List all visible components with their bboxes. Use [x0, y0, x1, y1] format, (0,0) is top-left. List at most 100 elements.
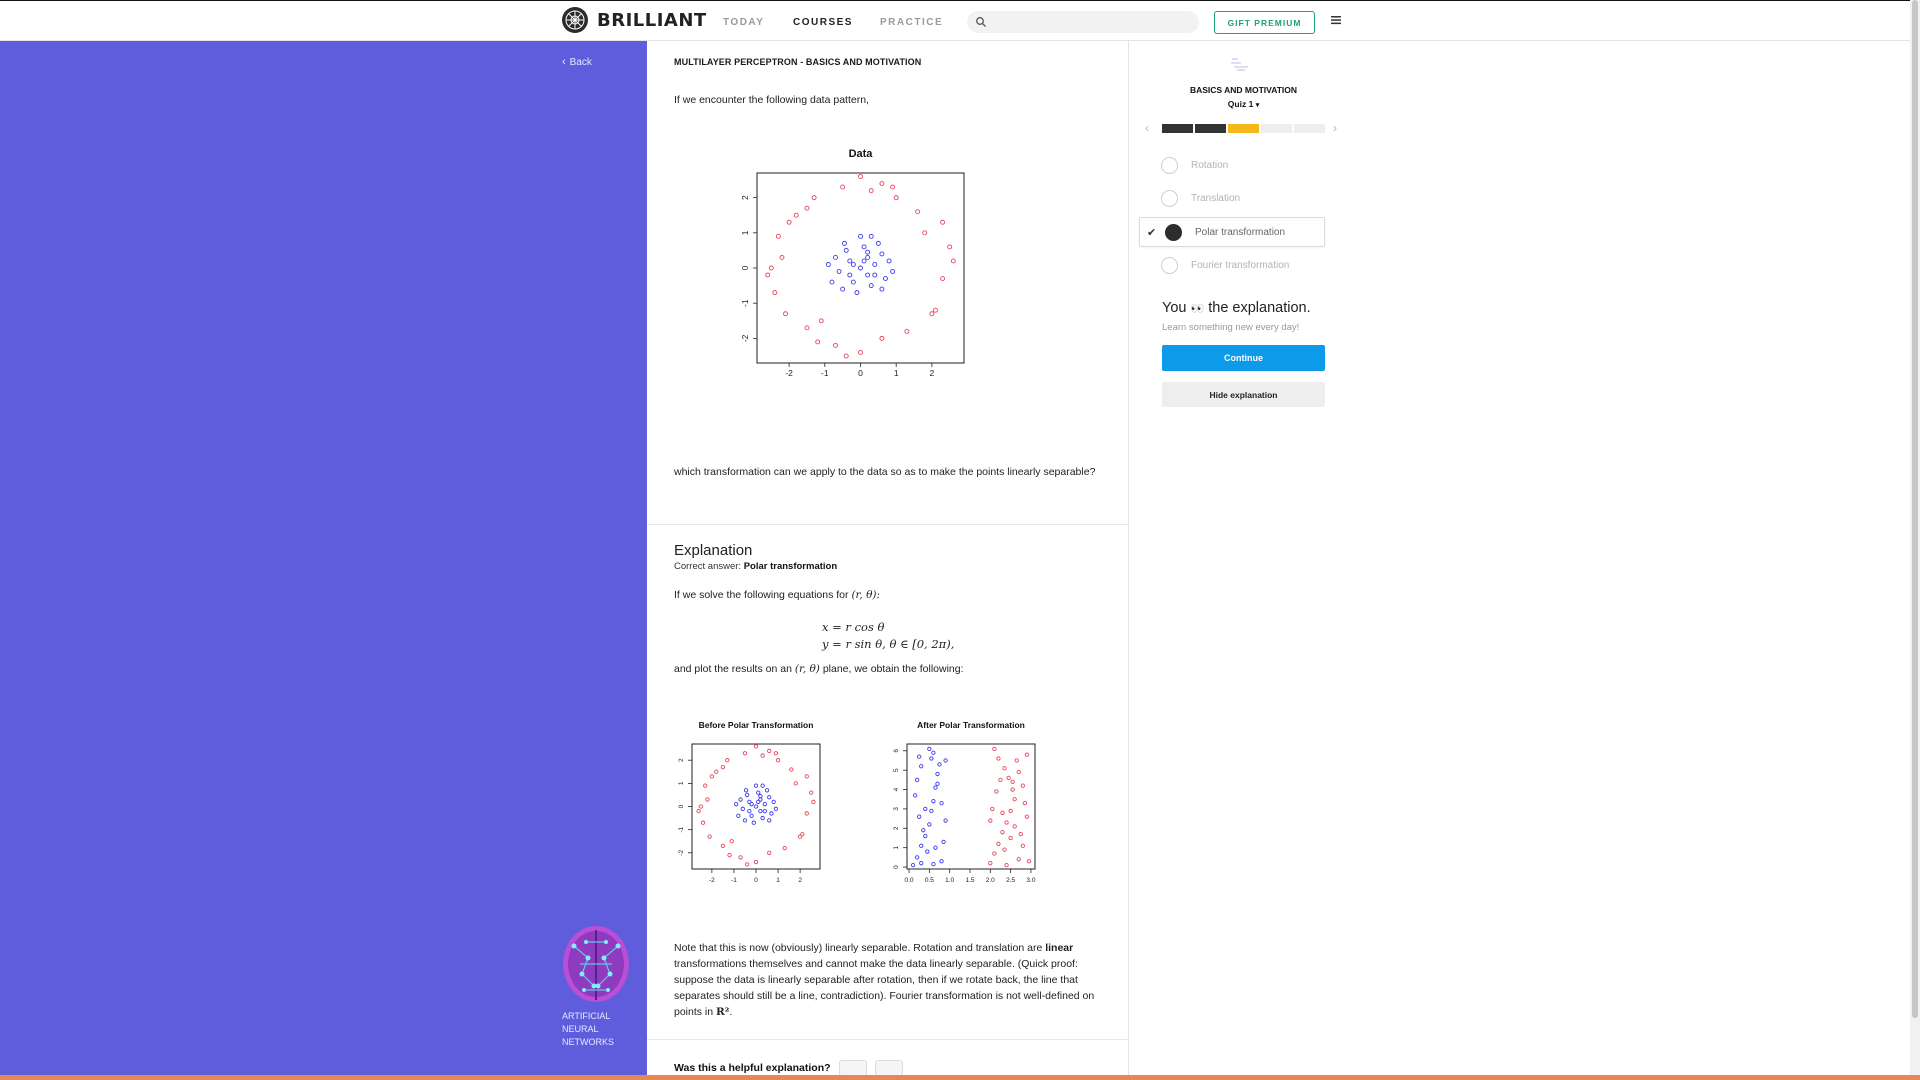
- result-title: You 👀 the explanation.: [1162, 300, 1311, 316]
- x-tick-label: -1: [731, 877, 737, 884]
- section-divider: [647, 1039, 1128, 1040]
- plot-frame: [691, 743, 821, 870]
- x-tick-label: 3.0: [1026, 877, 1035, 884]
- chart-title: Data: [849, 148, 874, 160]
- quiz-selector[interactable]: Quiz 1 ▾: [1130, 99, 1357, 109]
- problem-breadcrumb: MULTILAYER PERCEPTRON - BASICS AND MOTIV…: [674, 57, 922, 67]
- radio-button: [1161, 156, 1178, 174]
- x-tick-label: 1.5: [965, 877, 974, 884]
- brilliant-logo-icon: [562, 7, 588, 33]
- quiz-topic: BASICS AND MOTIVATION: [1189, 85, 1298, 95]
- solve-text-label: If we solve the following equations for: [674, 589, 849, 601]
- y-tick-label: 1: [740, 230, 750, 235]
- search-icon: [976, 17, 986, 27]
- y-tick-label: 0: [740, 265, 750, 270]
- problem-question: which transformation can we apply to the…: [674, 466, 1096, 478]
- progress-segment: [1195, 124, 1226, 133]
- correct-answer: Correct answer: Polar transformation: [674, 561, 837, 572]
- x-tick-label: -2: [709, 877, 715, 884]
- progress-segment: [1162, 124, 1193, 133]
- result-title-a: You: [1162, 300, 1187, 316]
- section-divider: [647, 524, 1128, 525]
- x-tick-label: 0: [858, 368, 863, 378]
- plot-text-a: and plot the results on an: [674, 663, 792, 675]
- answer-option-polar-transformation[interactable]: ✔ Polar transformation: [1139, 217, 1325, 247]
- note-text-a: Note that this is now (obviously) linear…: [674, 942, 1046, 954]
- solve-math: (r, θ):: [851, 589, 881, 601]
- x-tick-label: 2: [930, 368, 935, 378]
- chevron-right-icon[interactable]: ›: [1333, 121, 1337, 135]
- data-scatter-plot: Data -2 -1 0 1 2 -2 -1 0 1 2: [740, 148, 965, 378]
- x-tick-label: 0.0: [905, 877, 914, 884]
- polar-equations: x = r cos θ y = r sin θ, θ ∈ [0, 2π),: [822, 619, 954, 653]
- answer-option-fourier-transformation[interactable]: Fourier transformation: [1139, 250, 1325, 280]
- course-title-line: NETWORKS: [562, 1037, 615, 1047]
- brand-name: BRILLIANT: [597, 9, 707, 31]
- y-tick-label: -2: [678, 850, 685, 856]
- x-tick-label: -2: [785, 368, 793, 378]
- thumbs-up-button[interactable]: [838, 1060, 867, 1076]
- progress-segment: [1294, 124, 1325, 133]
- y-tick-label: 6: [893, 749, 900, 753]
- correct-answer-value: Polar transformation: [743, 561, 838, 572]
- y-tick-label: 0: [893, 865, 900, 869]
- quiz-progress-bar: [1162, 124, 1325, 133]
- y-tick-label: 5: [893, 768, 900, 772]
- option-label: Translation: [1191, 192, 1241, 204]
- x-tick-label: 1.0: [945, 877, 954, 884]
- chevron-left-icon[interactable]: ‹: [1145, 121, 1149, 135]
- page-scrollbar-thumb[interactable]: [1912, 0, 1918, 1018]
- radio-button: [1161, 189, 1178, 207]
- nav-courses[interactable]: COURSES: [793, 17, 853, 28]
- answer-option-translation[interactable]: Translation: [1139, 183, 1325, 213]
- y-tick-label: -2: [740, 334, 750, 342]
- equation-x: x = r cos θ: [822, 620, 885, 634]
- nav-today[interactable]: TODAY: [723, 17, 764, 28]
- search-input[interactable]: [967, 11, 1199, 33]
- radio-button: [1165, 223, 1182, 241]
- explanation-note: Note that this is now (obviously) linear…: [674, 940, 1114, 1020]
- radio-button: [1161, 256, 1178, 274]
- y-tick-label: 2: [678, 758, 685, 762]
- eyes-emoji-icon: 👀: [1190, 303, 1205, 315]
- course-brain-illustration[interactable]: [560, 924, 632, 1008]
- bottom-accent-bar: [0, 1075, 1920, 1080]
- hamburger-menu-icon[interactable]: [1330, 15, 1342, 25]
- comment-button[interactable]: [874, 1060, 903, 1076]
- top-nav: BRILLIANT TODAY COURSES PRACTICE GIFT PR…: [0, 1, 1920, 41]
- gift-premium-button[interactable]: GIFT PREMIUM: [1214, 11, 1315, 34]
- nav-practice[interactable]: PRACTICE: [880, 17, 943, 28]
- course-title-line: ARTIFICIAL: [562, 1011, 611, 1021]
- y-tick-label: 2: [893, 826, 900, 830]
- x-tick-label: 1: [776, 877, 780, 884]
- brand-logo[interactable]: BRILLIANT: [561, 6, 707, 34]
- x-tick-label: -1: [821, 368, 829, 378]
- y-tick-label: 2: [740, 195, 750, 200]
- hide-explanation-button[interactable]: Hide explanation: [1162, 382, 1325, 407]
- x-tick-label: 0.5: [925, 877, 934, 884]
- option-label: Polar transformation: [1195, 226, 1286, 238]
- helpful-question: Was this a helpful explanation?: [674, 1062, 831, 1074]
- after-polar-scatter-plot: After Polar Transformation 0.0 0.5 1.0 1.5 2.…: [893, 720, 1036, 884]
- course-sidebar: [0, 41, 647, 1080]
- option-label: Rotation: [1191, 159, 1229, 171]
- y-tick-label: 3: [893, 807, 900, 811]
- correct-answer-label: Correct answer:: [674, 561, 742, 572]
- chart-title: Before Polar Transformation: [699, 720, 814, 730]
- equation-y: y = r sin θ, θ ∈ [0, 2π),: [822, 637, 955, 651]
- note-text-b: transformations themselves and cannot ma…: [674, 958, 1095, 1018]
- chart-title: After Polar Transformation: [917, 720, 1025, 730]
- result-title-b: the explanation.: [1208, 300, 1311, 316]
- back-button[interactable]: ‹ Back: [562, 56, 592, 68]
- caret-down-icon: ▾: [1255, 102, 1260, 109]
- plot-math: (r, θ): [794, 663, 820, 675]
- explanation-title: Explanation: [674, 542, 753, 559]
- answer-option-rotation[interactable]: Rotation: [1139, 150, 1325, 180]
- continue-button[interactable]: Continue: [1162, 345, 1325, 371]
- problem-content: MULTILAYER PERCEPTRON - BASICS AND MOTIV…: [647, 41, 1129, 1080]
- option-label: Fourier transformation: [1191, 259, 1290, 271]
- y-tick-label: 0: [678, 804, 685, 808]
- solve-text: If we solve the following equations for …: [674, 587, 880, 603]
- plot-text: and plot the results on an (r, θ) plane,…: [674, 661, 964, 677]
- course-title[interactable]: ARTIFICIAL NEURAL NETWORKS: [562, 1010, 642, 1049]
